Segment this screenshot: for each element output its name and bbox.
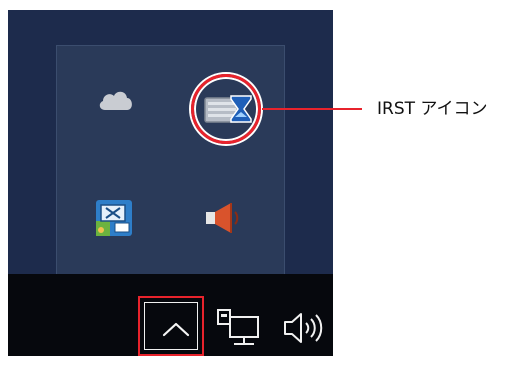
cloud-icon[interactable]: [96, 86, 136, 114]
button-focus-frame: [144, 302, 198, 350]
app-icon[interactable]: [93, 197, 135, 239]
callout-leader-line: [262, 108, 362, 110]
chevron-up-icon: [162, 322, 190, 337]
network-icon[interactable]: [214, 307, 262, 349]
irst-highlight-circle: [191, 74, 261, 144]
callout-label: IRST アイコン: [377, 99, 488, 119]
speaker-icon[interactable]: [203, 200, 243, 236]
volume-icon[interactable]: [281, 309, 327, 347]
hidden-icons-flyout: [56, 45, 285, 275]
show-hidden-icons-button[interactable]: [138, 296, 204, 356]
